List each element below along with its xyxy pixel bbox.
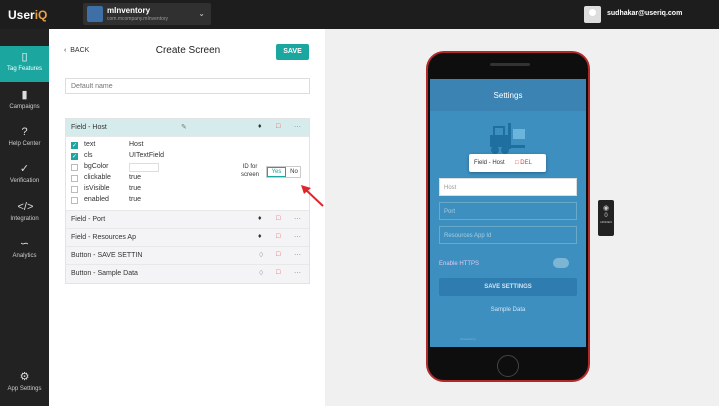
tag-icon[interactable]: ♦ <box>258 233 262 240</box>
app-bundle-id: com.mcompany.mInventory <box>107 16 169 22</box>
checkbox[interactable]: ✓ <box>71 142 78 149</box>
avatar[interactable] <box>584 6 601 23</box>
back-button[interactable]: ‹ BACK <box>64 47 89 54</box>
resources-input-preview[interactable]: Resources App Id <box>439 226 577 244</box>
help-icon: ? <box>21 126 28 138</box>
checkbox[interactable] <box>71 186 78 193</box>
analytics-icon: ∽ <box>19 238 30 250</box>
app-name: mInventory <box>107 6 151 15</box>
phone-screen: Settings Field - Host □ DEL Host Port Re… <box>430 79 586 347</box>
field-row-save-settings[interactable]: Button - SAVE SETTIN ♢ □ ⋯ <box>66 247 309 265</box>
field-row-sample-data[interactable]: Button - Sample Data ♢ □ ⋯ <box>66 265 309 283</box>
trash-icon: □ <box>515 160 519 166</box>
annotation-arrow <box>301 185 324 207</box>
id-for-screen-label: ID for screen <box>240 164 259 178</box>
code-icon: </> <box>17 201 34 213</box>
chevron-down-icon: ⌄ <box>198 9 205 18</box>
https-toggle[interactable] <box>553 258 569 268</box>
https-label: Enable HTTPS <box>439 261 480 267</box>
field-row-resources[interactable]: Field - Resources Ap ♦ □ ⋯ <box>66 229 309 247</box>
sidebar-item-app-settings[interactable]: ⚙ App Settings <box>0 366 49 402</box>
sidebar-item-tag-features[interactable]: ▯ Tag Features <box>0 46 49 82</box>
pencil-icon[interactable]: ✎ <box>181 123 187 131</box>
phone-mockup: Settings Field - Host □ DEL Host Port Re… <box>426 51 590 382</box>
yes-option[interactable]: Yes <box>267 167 286 177</box>
more-icon[interactable]: ⋯ <box>294 269 301 277</box>
gear-icon: ⚙ <box>19 371 30 383</box>
field-tooltip: Field - Host □ DEL <box>469 154 546 172</box>
create-screen-panel: ‹ BACK Create Screen SAVE Field - Host ✎… <box>49 29 325 406</box>
checkbox[interactable] <box>71 175 78 182</box>
page-title: Create Screen <box>155 45 221 56</box>
sidebar: ▯ Tag Features ▮ Campaigns ? Help Center… <box>0 29 49 406</box>
forklift-icon <box>490 123 525 154</box>
port-input-preview[interactable]: Port <box>439 202 577 220</box>
field-properties: ✓ text Host ✓ cls UITextField bgColor cl… <box>66 137 324 211</box>
more-icon[interactable]: ⋯ <box>294 251 301 259</box>
trash-icon[interactable]: □ <box>276 233 280 240</box>
trash-icon[interactable]: □ <box>276 215 280 222</box>
sidebar-item-campaigns[interactable]: ▮ Campaigns <box>0 84 49 120</box>
tag-outline-icon[interactable]: ♢ <box>258 251 264 259</box>
top-bar: UseriQ mInventory com.mcompany.mInventor… <box>0 0 719 29</box>
check-circle-icon: ✓ <box>19 163 30 175</box>
app-icon <box>87 6 103 22</box>
sample-data-link-preview[interactable]: Sample Data <box>430 307 586 313</box>
id-for-screen-toggle: Yes No <box>266 166 301 178</box>
checkbox[interactable] <box>71 197 78 204</box>
bgcolor-value-field[interactable] <box>129 163 159 172</box>
trash-icon[interactable]: □ <box>276 123 280 130</box>
delete-tag-button[interactable]: □ DEL <box>515 160 532 166</box>
user-email[interactable]: sudhakar@useriq.com <box>607 10 682 17</box>
more-icon[interactable]: ⋯ <box>294 233 301 241</box>
save-settings-button-preview[interactable]: SAVE SETTINGS <box>439 278 577 296</box>
home-button <box>497 355 519 377</box>
campaign-icon: ▮ <box>21 89 28 101</box>
eye-icon: ◉ <box>602 205 610 212</box>
chevron-left-icon: ‹ <box>64 47 67 54</box>
app-selector[interactable]: mInventory com.mcompany.mInventory ⌄ <box>83 3 211 25</box>
field-row-host[interactable]: Field - Host ✎ ♦ □ ⋯ <box>66 119 309 137</box>
device-preview-area: Settings Field - Host □ DEL Host Port Re… <box>325 29 719 406</box>
screen-name-input[interactable] <box>65 78 310 94</box>
save-button[interactable]: SAVE <box>276 44 309 60</box>
checkbox[interactable]: ✓ <box>71 153 78 160</box>
screen-header: Settings <box>430 79 586 111</box>
host-input-preview[interactable]: Host <box>439 178 577 196</box>
more-icon[interactable]: ⋯ <box>294 123 301 131</box>
sidebar-item-integration[interactable]: </> Integration <box>0 196 49 232</box>
tag-icon[interactable]: ♦ <box>258 215 262 222</box>
sidebar-item-verification[interactable]: ✓ Verification <box>0 158 49 194</box>
phone-icon: ▯ <box>21 51 28 63</box>
more-icon[interactable]: ⋯ <box>294 215 301 223</box>
no-option[interactable]: No <box>287 167 301 177</box>
checkbox[interactable] <box>71 164 78 171</box>
trash-icon[interactable]: □ <box>276 251 280 258</box>
hidden-elements-control[interactable]: ◉ 0 HIDDEN <box>598 200 614 236</box>
useriq-logo[interactable]: UseriQ <box>8 8 47 22</box>
tag-icon[interactable]: ♦ <box>258 123 262 130</box>
phone-speaker <box>490 63 530 66</box>
powered-by-label: Powered by <box>460 337 476 341</box>
sidebar-item-help-center[interactable]: ? Help Center <box>0 121 49 157</box>
trash-icon[interactable]: □ <box>276 269 280 276</box>
sidebar-item-analytics[interactable]: ∽ Analytics <box>0 233 49 269</box>
field-row-port[interactable]: Field - Port ♦ □ ⋯ <box>66 211 309 229</box>
field-list: Field - Host ✎ ♦ □ ⋯ ✓ text Host ✓ cls U… <box>65 118 324 284</box>
tag-outline-icon[interactable]: ♢ <box>258 269 264 277</box>
